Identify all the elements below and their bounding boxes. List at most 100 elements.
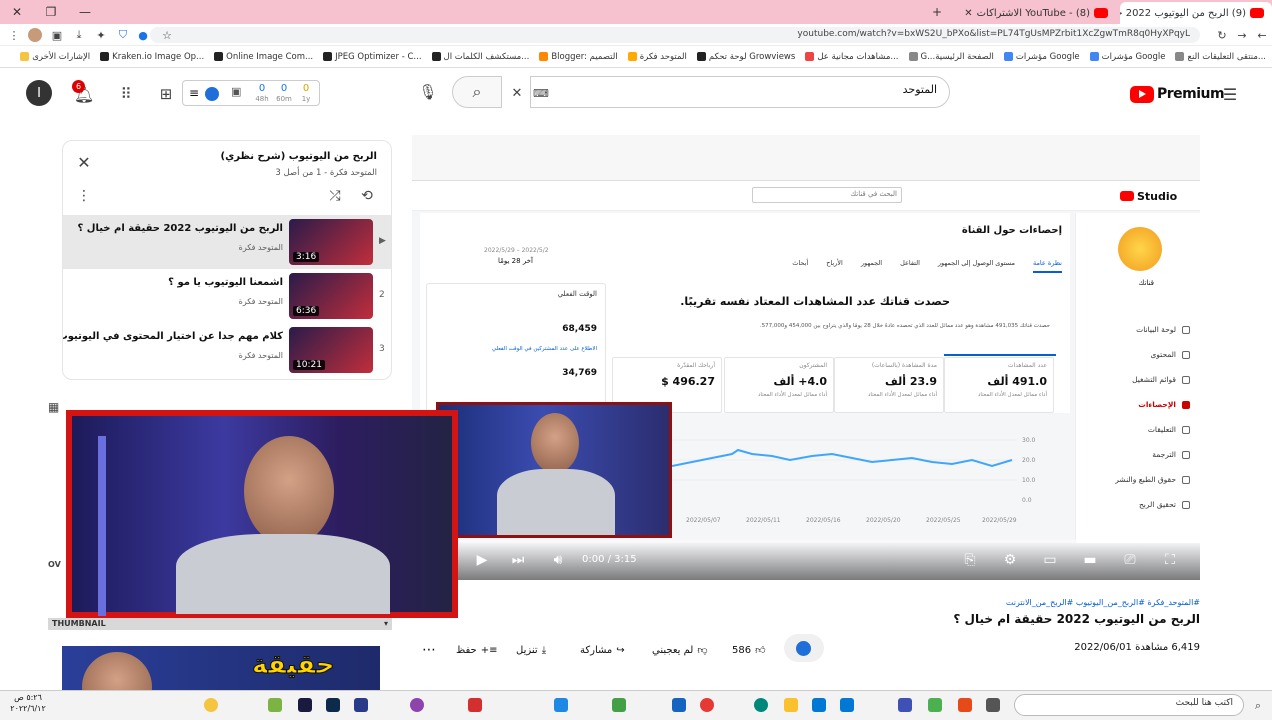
subtitles-icon[interactable]: ⎘	[960, 552, 980, 568]
taskbar-app-icon[interactable]	[672, 698, 686, 712]
taskbar-app-icon[interactable]	[468, 698, 482, 712]
taskbar-app-icon[interactable]	[410, 698, 424, 712]
grid-icon[interactable]: ▦	[48, 400, 62, 414]
mail-icon[interactable]	[812, 698, 826, 712]
clear-search-icon[interactable]: ✕	[508, 84, 526, 102]
playlist-item[interactable]: ▶ 3:16 الربح من اليوتيوب 2022 حقيقة ام خ…	[63, 215, 391, 269]
side-item-subtitles[interactable]: الترجمة	[1152, 450, 1190, 459]
settings-gear-icon[interactable]: ⚙	[1000, 552, 1020, 568]
taskbar-app-icon[interactable]	[958, 698, 972, 712]
taskbar-clock[interactable]: ٥:٢٦ ص ٢٠٢٢/٦/١٢	[4, 692, 52, 714]
bookmark-item[interactable]: مؤشرات Google	[1089, 52, 1165, 62]
shuffle-icon[interactable]: ⤮	[325, 187, 345, 205]
keyboard-icon[interactable]: ⌨	[532, 86, 550, 100]
more-options-icon[interactable]: ⋮	[75, 187, 93, 205]
bookmark-item[interactable]: JPEG Optimizer - C...	[323, 52, 422, 62]
progress-bar[interactable]	[458, 540, 1200, 543]
youtube-premium-logo[interactable]: Premium	[1130, 84, 1230, 104]
create-video-icon[interactable]: ⊞	[156, 84, 176, 104]
hamburger-menu-icon[interactable]: ☰	[1220, 84, 1240, 104]
edge-icon[interactable]	[754, 698, 768, 712]
account-avatar[interactable]: I	[26, 80, 52, 106]
search-button[interactable]: ⌕	[452, 76, 502, 108]
realtime-link[interactable]: الاطلاع على عدد المشتركين في الوقت الفعل…	[435, 346, 597, 352]
studio-search-input[interactable]: البحث في قناتك	[752, 187, 902, 203]
tab-research[interactable]: أبحاث	[792, 259, 808, 273]
next-icon[interactable]: ⏭	[508, 552, 528, 568]
side-item-monetization[interactable]: تحقيق الربح	[1139, 500, 1190, 509]
tab-reach[interactable]: مستوى الوصول إلى الجمهور	[938, 259, 1015, 273]
tab-close-icon[interactable]: ✕	[964, 8, 972, 19]
store-icon[interactable]	[840, 698, 854, 712]
download-icon[interactable]: ⤓	[72, 27, 86, 43]
search-input[interactable]: المتوحد	[530, 76, 950, 108]
taskbar-search-input[interactable]: اكتب هنا للبحث	[1014, 694, 1244, 716]
file-explorer-icon[interactable]	[784, 698, 798, 712]
miniplayer-icon[interactable]: ▭	[1040, 552, 1060, 568]
minimize-window-icon[interactable]: —	[68, 0, 102, 24]
opera-icon[interactable]	[700, 698, 714, 712]
tab-revenue[interactable]: الأرباح	[826, 259, 843, 273]
side-item-content[interactable]: المحتوى	[1150, 350, 1190, 359]
apps-grid-icon[interactable]: ⠿	[116, 84, 136, 104]
bookmark-item[interactable]: G...الصفحة الرئيسية	[908, 52, 994, 62]
playlist-title[interactable]: الربح من اليوتيوب (شرح نظري)	[221, 151, 377, 162]
new-tab-icon[interactable]: +	[920, 0, 954, 24]
side-item-dashboard[interactable]: لوحة البيانات	[1136, 325, 1190, 334]
taskbar-app-icon[interactable]	[268, 698, 282, 712]
side-item-analytics[interactable]: الإحصاءات	[1138, 400, 1190, 409]
bookmark-item[interactable]: مشاهدات مجانية عل...	[805, 52, 899, 62]
playlist-item[interactable]: 3 10:21 كلام مهم جدا عن اختيار المحتوى ف…	[63, 323, 391, 377]
menu-dots-icon[interactable]: ⋮	[6, 27, 22, 43]
tab-current-video[interactable]: (9) الربح من اليوتيوب 2022 حقيقة ✕	[1120, 2, 1272, 24]
other-bookmarks[interactable]: الإشارات الأخرى	[20, 52, 90, 62]
bookmark-item[interactable]: مستكشف الكلمات ال...	[431, 52, 529, 62]
bookmark-item[interactable]: لوحة تحكم Growviews	[696, 52, 795, 62]
fullscreen-icon[interactable]: ⛶	[1160, 552, 1180, 568]
share-button[interactable]: ↪ مشاركة	[580, 640, 625, 660]
shield-icon[interactable]: ⛉	[116, 27, 130, 43]
metric-card-watchtime[interactable]: مدة المشاهدة (بالساعات) 23.9 ألف أداء مماث…	[834, 357, 944, 413]
bookmark-star-icon[interactable]: ☆	[160, 27, 174, 43]
period-selector[interactable]: آخر 28 يومًا	[498, 257, 533, 265]
side-item-copyright[interactable]: حقوق الطبع والنشر	[1115, 475, 1190, 484]
bookmark-item[interactable]: Online Image Com...	[214, 52, 313, 62]
metric-card-views[interactable]: عدد المشاهدات 491.0 ألف أداء مماثل لمعدل ا…	[944, 357, 1054, 413]
tab-subscriptions[interactable]: YouTube - (8) الاشتراكات ✕	[958, 2, 1116, 24]
bookmark-item[interactable]: Kraken.io Image Op...	[100, 52, 204, 62]
tab-audience[interactable]: الجمهور	[861, 259, 882, 273]
more-actions-icon[interactable]: ⋯	[422, 640, 436, 660]
taskbar-app-icon[interactable]	[928, 698, 942, 712]
forward-icon[interactable]: →	[1234, 27, 1250, 43]
weather-icon[interactable]	[204, 698, 218, 712]
restore-window-icon[interactable]: ❐	[34, 0, 68, 24]
microphone-icon[interactable]: 🎙︎	[418, 82, 438, 102]
playlist-item[interactable]: 2 6:36 اشمعنا اليوتيوب يا مو ؟ المتوحد ف…	[63, 269, 391, 323]
loop-icon[interactable]: ⟲	[357, 187, 377, 205]
side-item-comments[interactable]: التعليقات	[1148, 425, 1190, 434]
close-playlist-icon[interactable]: ✕	[75, 153, 93, 172]
taskbar-app-icon[interactable]	[898, 698, 912, 712]
volume-icon[interactable]: 🔊︎	[548, 552, 568, 568]
dislike-button[interactable]: 👎︎ لم يعجبني	[652, 640, 707, 660]
save-button[interactable]: ≡+ حفظ	[456, 640, 498, 660]
download-button[interactable]: ⤓ تنزيل	[516, 640, 546, 660]
taskbar-app-icon[interactable]	[554, 698, 568, 712]
sidebar-icon[interactable]: ▣	[50, 27, 64, 43]
photoshop-icon[interactable]	[326, 698, 340, 712]
bookmark-item[interactable]: المتوحد فكرة	[627, 52, 687, 62]
bookmark-item[interactable]: مؤشرات Google	[1003, 52, 1080, 62]
bookmark-item[interactable]: منتقى التعليقات النع...	[1175, 52, 1266, 62]
cast-icon[interactable]: ⎚	[1120, 552, 1140, 568]
channel-avatar[interactable]	[1118, 227, 1162, 271]
vidiq-extension-widget[interactable]: ≡ ▣ 0 48h 0 60m 0 1y	[182, 80, 320, 106]
metric-card-subscribers[interactable]: المشتركون 4.0+ ألف أداء مماثل لمعدل الأداء…	[724, 357, 834, 413]
task-view-icon[interactable]	[986, 698, 1000, 712]
tab-engagement[interactable]: التفاعل	[900, 259, 920, 273]
extension-circle-icon[interactable]: ●	[136, 27, 150, 43]
vidiq-button[interactable]	[784, 634, 824, 662]
reload-icon[interactable]: ↻	[1214, 27, 1230, 43]
tab-overview[interactable]: نظرة عامة	[1032, 259, 1062, 273]
extensions-icon[interactable]: ✦	[94, 27, 108, 43]
play-icon[interactable]: ▶	[472, 552, 492, 568]
